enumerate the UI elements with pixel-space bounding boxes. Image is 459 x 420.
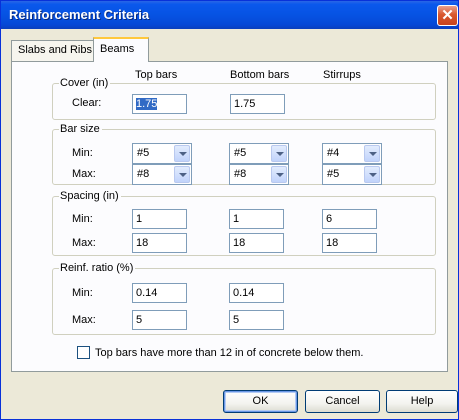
reinf-ratio-max-top-field[interactable]: 5 bbox=[132, 310, 187, 330]
bar-size-max-bottom-value: #8 bbox=[234, 168, 247, 180]
bar-size-min-top-select[interactable]: #5 bbox=[132, 143, 192, 164]
reinf-ratio-min-bottom-field[interactable]: 0.14 bbox=[229, 283, 284, 303]
cover-group-label: Cover (in) bbox=[59, 77, 111, 90]
close-button[interactable]: ✕ bbox=[437, 5, 458, 26]
cover-top-value: 1.75 bbox=[136, 98, 158, 110]
ok-button[interactable]: OK bbox=[223, 390, 298, 413]
tab-beams[interactable]: Beams bbox=[93, 37, 149, 62]
spacing-max-bottom-field[interactable]: 18 bbox=[229, 233, 284, 253]
column-header-stirrups: Stirrups bbox=[323, 69, 361, 81]
bar-size-max-stirrups-value: #5 bbox=[327, 168, 340, 180]
chevron-down-icon[interactable] bbox=[271, 145, 287, 162]
bar-size-min-bottom-select[interactable]: #5 bbox=[229, 143, 289, 164]
reinf-ratio-max-label: Max: bbox=[72, 314, 96, 326]
column-header-top-bars: Top bars bbox=[135, 69, 178, 81]
tab-slabs-and-ribs[interactable]: Slabs and Ribs bbox=[11, 40, 95, 61]
chevron-down-icon[interactable] bbox=[364, 166, 380, 183]
spacing-min-label: Min: bbox=[72, 213, 93, 225]
bar-size-max-stirrups-select[interactable]: #5 bbox=[322, 164, 382, 185]
concrete-below-checkbox-label[interactable]: Top bars have more than 12 in of concret… bbox=[95, 347, 363, 360]
spacing-min-bottom-field[interactable]: 1 bbox=[229, 209, 284, 229]
bar-size-min-stirrups-value: #4 bbox=[327, 147, 340, 159]
bar-size-max-label: Max: bbox=[72, 168, 96, 180]
window-title: Reinforcement Criteria bbox=[9, 7, 150, 22]
bar-size-min-top-value: #5 bbox=[137, 147, 150, 159]
help-button[interactable]: Help bbox=[386, 390, 458, 413]
cover-clear-label: Clear: bbox=[72, 97, 102, 109]
bar-size-min-label: Min: bbox=[72, 147, 93, 159]
bar-size-min-stirrups-select[interactable]: #4 bbox=[322, 143, 382, 164]
spacing-min-top-field[interactable]: 1 bbox=[132, 209, 187, 229]
reinf-ratio-min-top-field[interactable]: 0.14 bbox=[132, 283, 187, 303]
chevron-down-icon[interactable] bbox=[364, 145, 380, 162]
bar-size-max-bottom-select[interactable]: #8 bbox=[229, 164, 289, 185]
bar-size-min-bottom-value: #5 bbox=[234, 147, 247, 159]
cover-top-field[interactable]: 1.75 bbox=[132, 94, 187, 114]
spacing-max-stirrups-field[interactable]: 18 bbox=[322, 233, 377, 253]
cover-bottom-field[interactable]: 1.75 bbox=[230, 94, 285, 114]
cancel-button[interactable]: Cancel bbox=[305, 390, 380, 413]
title-bar[interactable]: Reinforcement Criteria ✕ bbox=[1, 1, 458, 29]
bar-size-max-top-select[interactable]: #8 bbox=[132, 164, 192, 185]
spacing-max-top-field[interactable]: 18 bbox=[132, 233, 187, 253]
spacing-max-label: Max: bbox=[72, 237, 96, 249]
chevron-down-icon[interactable] bbox=[174, 166, 190, 183]
dialog-window: Reinforcement Criteria ✕ Slabs and Ribs … bbox=[0, 0, 459, 420]
bar-size-max-top-value: #8 bbox=[137, 168, 150, 180]
reinf-ratio-max-bottom-field[interactable]: 5 bbox=[229, 310, 284, 330]
spacing-min-stirrups-field[interactable]: 6 bbox=[322, 209, 377, 229]
chevron-down-icon[interactable] bbox=[174, 145, 190, 162]
bar-size-group-label: Bar size bbox=[59, 123, 102, 136]
concrete-below-checkbox[interactable] bbox=[77, 346, 90, 359]
spacing-group-label: Spacing (in) bbox=[59, 190, 121, 203]
reinf-ratio-group-label: Reinf. ratio (%) bbox=[59, 262, 136, 275]
column-header-bottom-bars: Bottom bars bbox=[230, 69, 290, 81]
chevron-down-icon[interactable] bbox=[271, 166, 287, 183]
reinf-ratio-min-label: Min: bbox=[72, 287, 93, 299]
close-icon: ✕ bbox=[441, 7, 454, 24]
